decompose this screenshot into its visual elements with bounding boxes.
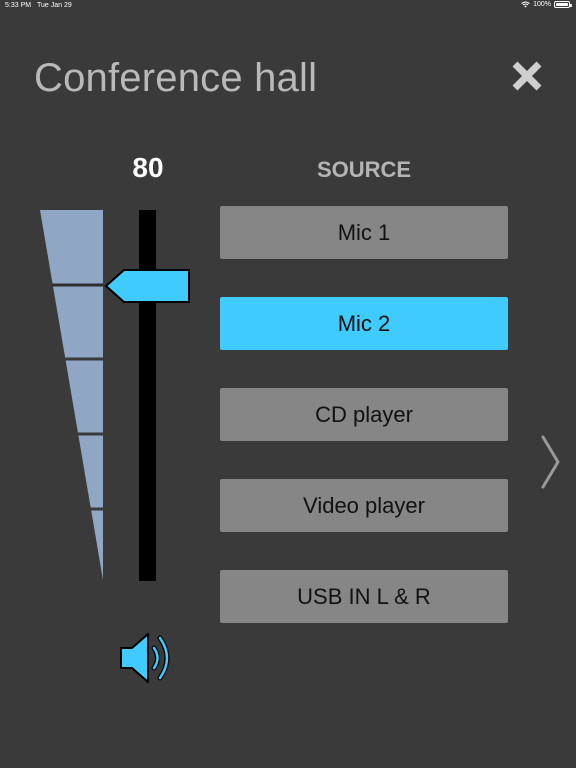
source-button-video-player[interactable]: Video player [220, 479, 508, 532]
source-button-label: Mic 2 [337, 310, 391, 336]
volume-level-meter [40, 210, 103, 580]
chevron-right-icon [541, 435, 560, 489]
status-time: 5:33 PM [5, 2, 32, 9]
battery-label: 100% [533, 1, 551, 8]
source-heading: SOURCE [316, 157, 412, 182]
close-icon [512, 61, 542, 91]
status-bar: 5:33 PM Tue Jan 29 100% [0, 0, 576, 14]
source-button-label: CD player [315, 401, 413, 427]
wifi-icon [521, 1, 530, 8]
next-page-button[interactable] [536, 432, 566, 492]
source-button-mic-2[interactable]: Mic 2 [220, 297, 508, 350]
volume-slider-handle[interactable] [104, 268, 192, 304]
source-button-label: Mic 1 [337, 219, 391, 245]
volume-slider-track[interactable] [139, 210, 156, 581]
status-date: Tue Jan 29 [37, 2, 72, 9]
source-button-cd-player[interactable]: CD player [220, 388, 508, 441]
status-right: 100% [521, 1, 572, 8]
source-button-usb-in[interactable]: USB IN L & R [220, 570, 508, 623]
source-button-mic-1[interactable]: Mic 1 [220, 206, 508, 259]
close-button[interactable] [509, 58, 545, 94]
source-button-label: USB IN L & R [297, 583, 431, 609]
source-button-label: Video player [303, 492, 425, 518]
page-title: Conference hall [34, 56, 318, 100]
speaker-icon[interactable] [118, 628, 178, 688]
volume-value: 80 [132, 152, 164, 183]
battery-icon [554, 1, 572, 8]
